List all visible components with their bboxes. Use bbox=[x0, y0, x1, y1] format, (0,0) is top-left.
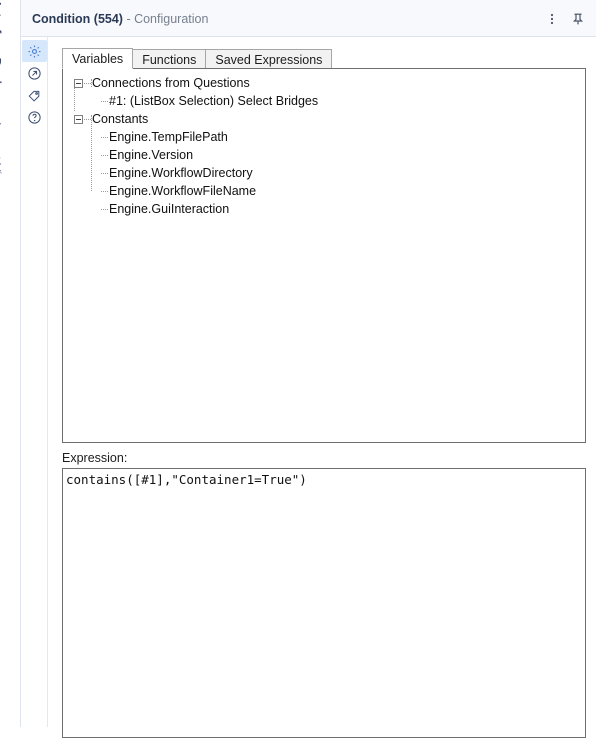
dock-rail-title: Interface Designer - Layout View bbox=[0, 2, 3, 702]
dock-rail-title-bold: Interface Designer bbox=[0, 2, 3, 112]
configuration-window: Interface Designer - Layout View Conditi… bbox=[0, 0, 596, 738]
pin-icon bbox=[570, 11, 586, 27]
expression-value[interactable]: contains([#1],"Container1=True") bbox=[66, 472, 585, 488]
tree-node-label: Engine.WorkflowDirectory bbox=[109, 166, 253, 180]
strip-item-output[interactable] bbox=[22, 62, 47, 84]
expression-label: Expression: bbox=[62, 451, 128, 465]
more-options-icon bbox=[544, 11, 560, 27]
pin-button[interactable] bbox=[566, 7, 590, 31]
strip-item-configuration[interactable] bbox=[21, 40, 47, 62]
tree-node-label: #1: (ListBox Selection) Select Bridges bbox=[109, 94, 319, 108]
tree-node-label: Engine.WorkflowFileName bbox=[109, 184, 257, 198]
strip-item-annotation[interactable] bbox=[22, 84, 47, 106]
tree-node[interactable]: Engine.GuiInteraction bbox=[67, 200, 585, 218]
tree-node-label: Engine.GuiInteraction bbox=[109, 202, 230, 216]
tree-node[interactable]: Engine.TempFilePath bbox=[67, 128, 585, 146]
tree-node[interactable]: Constants bbox=[67, 110, 585, 128]
tree-node-label: Constants bbox=[92, 112, 149, 126]
expression-editor[interactable]: contains([#1],"Container1=True") bbox=[62, 468, 586, 738]
tab-variables[interactable]: Variables bbox=[62, 48, 134, 69]
tree-node[interactable]: Engine.WorkflowDirectory bbox=[67, 164, 585, 182]
tabstrip: Variables Functions Saved Expressions bbox=[62, 48, 333, 69]
strip-item-help[interactable] bbox=[22, 106, 47, 128]
tree-expander-icon[interactable] bbox=[74, 79, 83, 88]
titlebar-actions bbox=[540, 0, 590, 37]
configuration-content: Variables Functions Saved Expressions Co… bbox=[48, 37, 596, 738]
tree-node[interactable]: Engine.WorkflowFileName bbox=[67, 182, 585, 200]
tree-node[interactable]: Engine.Version bbox=[67, 146, 585, 164]
dock-rail: Interface Designer - Layout View bbox=[0, 0, 21, 727]
tree-node[interactable]: Connections from Questions bbox=[67, 74, 585, 92]
variables-tree-panel[interactable]: Connections from Questions #1: (ListBox … bbox=[62, 68, 586, 443]
tree-node-label: Engine.Version bbox=[109, 148, 194, 162]
page-title-sub: - Configuration bbox=[122, 12, 209, 26]
tag-icon bbox=[27, 88, 42, 103]
tree-expander-icon[interactable] bbox=[74, 115, 83, 124]
tree-node[interactable]: #1: (ListBox Selection) Select Bridges bbox=[67, 92, 585, 110]
tree-node-label: Engine.TempFilePath bbox=[109, 130, 228, 144]
help-question-icon bbox=[27, 110, 42, 125]
export-arrow-icon bbox=[27, 66, 42, 81]
tab-functions[interactable]: Functions bbox=[132, 49, 207, 69]
more-options-button[interactable] bbox=[540, 7, 564, 31]
mode-icon-strip bbox=[21, 37, 48, 727]
dock-rail-title-light: - Layout View bbox=[0, 115, 3, 191]
page-title: Condition (554) - Configuration bbox=[32, 12, 208, 26]
page-title-main: Condition (554) bbox=[32, 12, 123, 26]
gear-icon bbox=[27, 44, 42, 59]
tree-node-label: Connections from Questions bbox=[92, 76, 250, 90]
tab-saved-expressions[interactable]: Saved Expressions bbox=[205, 49, 333, 69]
variables-tree: Connections from Questions #1: (ListBox … bbox=[63, 69, 585, 218]
titlebar: Condition (554) - Configuration bbox=[21, 0, 596, 37]
